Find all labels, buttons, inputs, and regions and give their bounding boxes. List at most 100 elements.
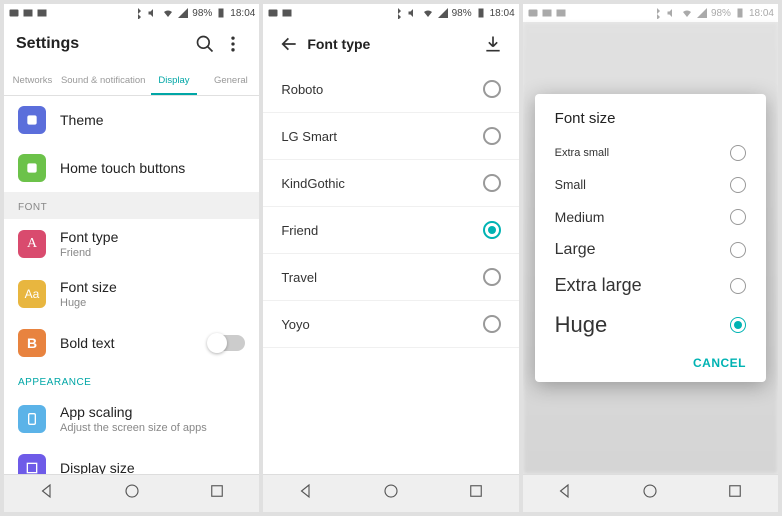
nav-bar xyxy=(4,474,259,512)
recents-icon xyxy=(208,482,226,500)
font-section-header: FONT xyxy=(4,192,259,219)
recents-button[interactable] xyxy=(208,482,226,505)
app-scaling-icon xyxy=(24,411,40,427)
battery-icon xyxy=(215,7,227,19)
tab-networks[interactable]: Networks xyxy=(4,66,61,95)
back-icon xyxy=(38,482,56,500)
app-scaling-item[interactable]: App scaling Adjust the screen size of ap… xyxy=(4,394,259,444)
tab-sound[interactable]: Sound & notification xyxy=(61,66,146,95)
photo2-icon xyxy=(555,7,567,19)
signal-icon xyxy=(696,7,708,19)
option-label: Extra small xyxy=(555,147,730,159)
more-icon xyxy=(223,34,243,54)
font-option[interactable]: Yoyo xyxy=(263,301,518,348)
tab-display[interactable]: Display xyxy=(145,66,202,95)
radio-indicator xyxy=(730,242,746,258)
home-touch-label: Home touch buttons xyxy=(60,160,245,176)
radio-indicator xyxy=(730,209,746,225)
download-icon xyxy=(483,34,503,54)
signal-icon xyxy=(437,7,449,19)
font-size-item[interactable]: Aa Font size Huge xyxy=(4,269,259,319)
back-nav-button[interactable] xyxy=(275,30,303,58)
radio-indicator xyxy=(730,145,746,161)
page-title: Settings xyxy=(16,35,79,53)
font-type-item[interactable]: A Font type Friend xyxy=(4,219,259,269)
option-label: Small xyxy=(555,178,730,192)
font-name: KindGothic xyxy=(281,176,482,191)
option-label: Extra large xyxy=(555,275,730,296)
battery-pct: 98% xyxy=(452,8,472,19)
mute-icon xyxy=(147,7,159,19)
recents-button[interactable] xyxy=(467,482,485,505)
font-option[interactable]: Friend xyxy=(263,207,518,254)
header: Settings xyxy=(4,22,259,66)
display-size-label: Display size xyxy=(60,460,245,474)
wifi-icon xyxy=(681,7,693,19)
photo-icon xyxy=(281,7,293,19)
status-bar: 98% 18:04 xyxy=(263,4,518,22)
download-button[interactable] xyxy=(479,30,507,58)
photo2-icon xyxy=(36,7,48,19)
cancel-button[interactable]: CANCEL xyxy=(693,356,746,370)
font-option[interactable]: Roboto xyxy=(263,66,518,113)
option-label: Medium xyxy=(555,209,730,225)
option-label: Large xyxy=(555,241,730,259)
clock: 18:04 xyxy=(490,8,515,19)
radio-indicator xyxy=(483,80,501,98)
mail-icon xyxy=(527,7,539,19)
recents-button[interactable] xyxy=(726,482,744,505)
font-size-option[interactable]: Huge xyxy=(535,304,766,346)
font-option[interactable]: Travel xyxy=(263,254,518,301)
display-size-item[interactable]: Display size xyxy=(4,444,259,474)
bold-text-toggle[interactable] xyxy=(209,335,245,351)
photo-icon xyxy=(22,7,34,19)
overflow-menu-button[interactable] xyxy=(219,30,247,58)
battery-icon xyxy=(734,7,746,19)
font-type-screen: 98% 18:04 Font type RobotoLG SmartKindGo… xyxy=(263,4,518,512)
settings-list: Theme Home touch buttons FONT A Font typ… xyxy=(4,96,259,474)
font-size-option[interactable]: Extra large xyxy=(535,267,766,304)
home-button[interactable] xyxy=(641,482,659,505)
font-size-option[interactable]: Large xyxy=(535,233,766,267)
recents-icon xyxy=(726,482,744,500)
font-size-label: Font size xyxy=(60,279,245,295)
back-button[interactable] xyxy=(297,482,315,505)
home-touch-item[interactable]: Home touch buttons xyxy=(4,144,259,192)
status-bar: 98% 18:04 xyxy=(523,4,778,22)
mail-icon xyxy=(267,7,279,19)
mute-icon xyxy=(666,7,678,19)
home-button[interactable] xyxy=(123,482,141,505)
radio-indicator xyxy=(483,315,501,333)
radio-indicator xyxy=(483,174,501,192)
font-type-label: Font type xyxy=(60,229,245,245)
back-icon xyxy=(297,482,315,500)
theme-item[interactable]: Theme xyxy=(4,96,259,144)
mail-icon xyxy=(8,7,20,19)
font-option[interactable]: KindGothic xyxy=(263,160,518,207)
mute-icon xyxy=(407,7,419,19)
clock: 18:04 xyxy=(230,8,255,19)
font-size-option[interactable]: Small xyxy=(535,169,766,201)
wifi-icon xyxy=(422,7,434,19)
font-size-value: Huge xyxy=(60,297,245,309)
back-button[interactable] xyxy=(556,482,574,505)
home-button[interactable] xyxy=(382,482,400,505)
search-button[interactable] xyxy=(191,30,219,58)
font-size-option[interactable]: Medium xyxy=(535,201,766,233)
font-size-option[interactable]: Extra small xyxy=(535,137,766,169)
clock: 18:04 xyxy=(749,8,774,19)
tab-general[interactable]: General xyxy=(202,66,259,95)
app-scaling-label: App scaling xyxy=(60,404,245,420)
font-option[interactable]: LG Smart xyxy=(263,113,518,160)
font-list: Roboto LG Smart KindGothic Friend Travel Yoyo xyxy=(263,66,518,474)
radio-indicator xyxy=(483,127,501,145)
home-icon xyxy=(382,482,400,500)
font-name: Roboto xyxy=(281,82,482,97)
back-button[interactable] xyxy=(38,482,56,505)
radio-indicator xyxy=(483,268,501,286)
signal-icon xyxy=(177,7,189,19)
bluetooth-icon xyxy=(392,7,404,19)
font-name: Travel xyxy=(281,270,482,285)
font-name: Friend xyxy=(281,223,482,238)
bold-text-item[interactable]: B Bold text xyxy=(4,319,259,367)
